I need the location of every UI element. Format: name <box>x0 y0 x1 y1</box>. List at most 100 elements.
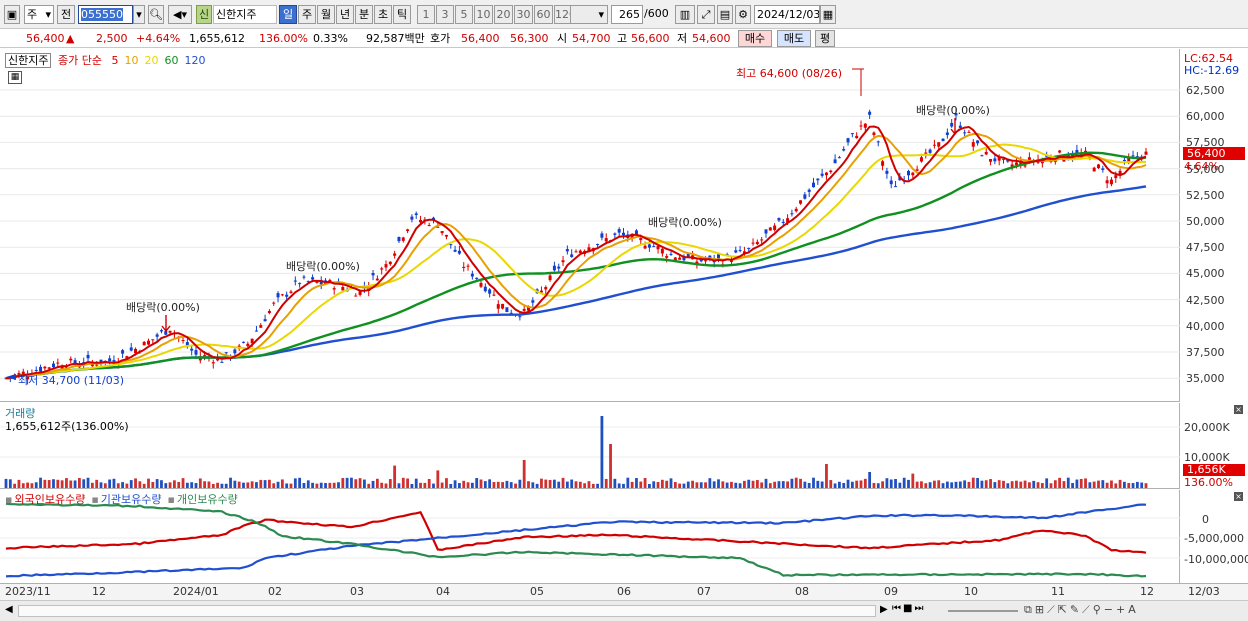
last-icon[interactable]: ⏭ <box>914 603 925 614</box>
volume-bar <box>768 483 772 488</box>
tab-period-3[interactable]: 년 <box>336 5 354 24</box>
ma-legend-60[interactable]: 60 <box>164 54 178 67</box>
pen-icon[interactable]: ✎ <box>1070 603 1082 616</box>
grid-icon[interactable]: ⊞ <box>1035 603 1047 616</box>
minute-step-3[interactable]: 3 <box>436 5 454 24</box>
zoom-slider[interactable] <box>948 610 1018 612</box>
tab-period-2[interactable]: 월 <box>317 5 335 24</box>
volume-bar <box>643 478 647 488</box>
volume-bar <box>1110 480 1113 488</box>
unit-select[interactable]: ▾ <box>570 5 608 24</box>
volume-bar <box>673 482 677 488</box>
draw-icon[interactable]: ⟋ <box>1047 603 1058 616</box>
stop-icon[interactable]: ■ <box>903 603 914 614</box>
ma-legend-5[interactable]: 5 <box>111 54 118 67</box>
line-icon[interactable]: ⟋ <box>1082 603 1093 616</box>
zoom-in-icon[interactable]: + <box>1116 603 1128 616</box>
holding-legend-1[interactable]: 기관보유수량 <box>101 493 162 506</box>
candle <box>488 288 492 298</box>
stock-name-field[interactable]: 신한지주 <box>213 5 277 24</box>
volume-bar <box>885 478 889 488</box>
volume-bar <box>695 482 699 488</box>
calculator-icon[interactable]: ▦ <box>8 71 22 84</box>
volume-bar <box>453 480 457 488</box>
volume-bar <box>198 478 202 488</box>
speaker-icon[interactable]: ◀▾ <box>168 5 192 24</box>
holding-legend-2[interactable]: 개인보유수량 <box>177 493 238 506</box>
scrollbar-track[interactable] <box>18 605 876 617</box>
volume-bar <box>924 483 928 488</box>
type-select[interactable]: 주 ▾ <box>24 5 54 24</box>
volume-bar <box>34 482 38 488</box>
volume-bar <box>548 479 552 488</box>
legend-bullet-icon: ▪ <box>167 493 175 506</box>
ma-legend-120[interactable]: 120 <box>184 54 205 67</box>
eval-button[interactable]: 평 <box>815 30 835 47</box>
holding-legend-0[interactable]: 외국인보유수량 <box>14 493 85 506</box>
cursor-icon[interactable]: ⇱ <box>1058 603 1070 616</box>
candle <box>254 325 258 332</box>
zoom-out-icon[interactable]: − <box>1104 603 1116 616</box>
code-dropdown-button[interactable]: ▾ <box>133 5 145 24</box>
minute-step-20[interactable]: 20 <box>494 5 513 24</box>
gear-icon[interactable]: ⚙ <box>735 5 751 24</box>
minute-step-5[interactable]: 5 <box>455 5 473 24</box>
calendar-icon[interactable]: ▦ <box>820 5 836 24</box>
volume-bar <box>255 482 258 488</box>
minute-step-10[interactable]: 10 <box>474 5 493 24</box>
window-menu-icon[interactable]: ▣ <box>4 5 20 24</box>
candle <box>483 283 487 293</box>
layout-icon[interactable]: ⧉ <box>1024 603 1035 616</box>
candle <box>924 148 928 159</box>
date-input[interactable]: 2024/12/03 <box>754 5 820 24</box>
quote-bar: 56,400 ▲ 2,500 +4.64% 1,655,612 136.00% … <box>0 29 1248 48</box>
stock-code-input[interactable]: 055550 <box>78 5 133 24</box>
count-input[interactable]: 265 <box>611 5 643 24</box>
close-icon[interactable]: × <box>1234 492 1243 501</box>
price-tick-10: 37,500 <box>1186 346 1225 359</box>
price-panel[interactable]: 최고 64,600 (08/26) 최저 34,700 (11/03) 배당락(0.… <box>0 49 1180 402</box>
magnify-icon[interactable]: ⚲ <box>1093 603 1104 616</box>
holding-panel[interactable]: ▪ 외국인보유수량 ▪ 기관보유수량 ▪ 개인보유수량 <box>0 490 1180 583</box>
volume-bar <box>812 477 815 488</box>
minute-step-60[interactable]: 60 <box>534 5 553 24</box>
buy-button[interactable]: 매수 <box>738 30 772 47</box>
volume-bar <box>311 482 314 488</box>
price-chart[interactable]: 최고 64,600 (08/26) 최저 34,700 (11/03) 배당락(0.… <box>0 49 1180 402</box>
volume-panel[interactable]: 거래량 1,655,612주(136.00%) <box>0 403 1180 489</box>
tab-period-4[interactable]: 분 <box>355 5 373 24</box>
font-icon[interactable]: A <box>1128 603 1139 616</box>
ma-legend-20[interactable]: 20 <box>144 54 158 67</box>
volume-bar <box>794 477 798 488</box>
stock-tag[interactable]: 신한지주 <box>5 53 52 68</box>
candle-icon[interactable]: ▥ <box>675 5 695 24</box>
scroll-right-icon[interactable]: ▶ <box>880 604 888 615</box>
ma-legend-10[interactable]: 10 <box>124 54 138 67</box>
first-icon[interactable]: ⏮ <box>892 603 903 614</box>
volume-bar <box>773 481 777 488</box>
sell-button[interactable]: 매도 <box>777 30 811 47</box>
tab-period-6[interactable]: 틱 <box>393 5 411 24</box>
candle <box>371 269 375 281</box>
volume-bar <box>1006 483 1010 488</box>
search-icon[interactable]: 🔍︎ <box>148 5 164 24</box>
volume-bar <box>410 483 414 488</box>
x-label-7: 06 <box>617 585 631 598</box>
volume-bar <box>151 482 155 488</box>
minute-step-30[interactable]: 30 <box>514 5 533 24</box>
volume-bar <box>622 483 625 488</box>
draw-line-icon[interactable]: ⤢ <box>697 5 715 24</box>
tab-period-1[interactable]: 주 <box>298 5 316 24</box>
minute-step-1[interactable]: 1 <box>417 5 435 24</box>
close-icon[interactable]: × <box>1234 405 1243 414</box>
scroll-left-icon[interactable]: ◀ <box>5 604 13 615</box>
tab-period-5[interactable]: 초 <box>374 5 392 24</box>
sin-badge[interactable]: 신 <box>196 5 212 24</box>
volume-bar <box>531 482 535 488</box>
volume-chart[interactable] <box>0 403 1180 489</box>
vol-tick-20000k: 20,000K <box>1184 421 1230 434</box>
jeon-button[interactable]: 전 <box>57 5 75 24</box>
tab-period-0[interactable]: 일 <box>279 5 297 24</box>
save-icon[interactable]: ▤ <box>717 5 733 24</box>
volume-bar <box>142 483 146 488</box>
